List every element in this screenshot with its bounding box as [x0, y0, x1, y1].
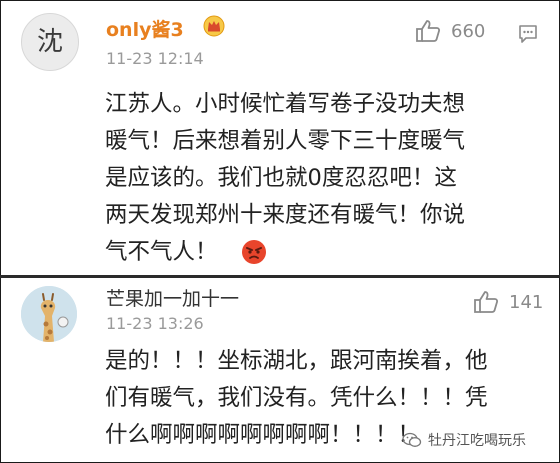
- thumbs-up-icon: [416, 20, 441, 42]
- username[interactable]: 芒果加一加十一: [106, 284, 239, 311]
- comment-line: 们有暖气，我们没有。凭什么！！！凭: [105, 385, 488, 411]
- watermark: 牡丹江吃喝玩乐: [402, 430, 526, 450]
- comment-text: 江苏人。小时候忙着写卷子没功夫想 暖气！后来想着别人零下三十度暖气 是应该的。我…: [105, 86, 465, 271]
- username[interactable]: only酱3: [106, 15, 184, 42]
- comment-line: 是的！！！坐标湖北，跟河南挨着，他: [105, 348, 488, 374]
- giraffe-icon: [21, 286, 77, 342]
- comment-line: 是应该的。我们也就0度忍忍吧！这: [105, 165, 457, 191]
- avatar-calligraphy: 沈: [36, 27, 63, 57]
- like-count: 141: [509, 291, 544, 313]
- comment-reply-icon[interactable]: [517, 23, 539, 45]
- crown-icon: [203, 15, 225, 37]
- comment-card: 沈 only酱3 11-23 12:14 660 江苏人。小时候忙着写卷子没功夫…: [1, 1, 559, 276]
- like-button[interactable]: 141: [473, 290, 543, 314]
- thumbs-up-icon: [474, 291, 499, 313]
- avatar[interactable]: [21, 286, 77, 342]
- avatar[interactable]: 沈: [21, 13, 79, 71]
- comment-line: 暖气！后来想着别人零下三十度暖气: [105, 128, 466, 154]
- like-button[interactable]: 660: [415, 19, 485, 43]
- watermark-text: 牡丹江吃喝玩乐: [428, 433, 526, 449]
- wechat-icon: [402, 432, 422, 447]
- comment-line: 两天发现郑州十来度还有暖气！你说: [105, 202, 466, 228]
- like-count: 660: [451, 20, 486, 42]
- angry-face-icon: [242, 240, 266, 264]
- comment-line: 江苏人。小时候忙着写卷子没功夫想: [105, 91, 466, 117]
- timestamp: 11-23 12:14: [106, 49, 204, 68]
- comment-line: 气不气人！: [105, 239, 218, 265]
- timestamp: 11-23 13:26: [106, 314, 204, 333]
